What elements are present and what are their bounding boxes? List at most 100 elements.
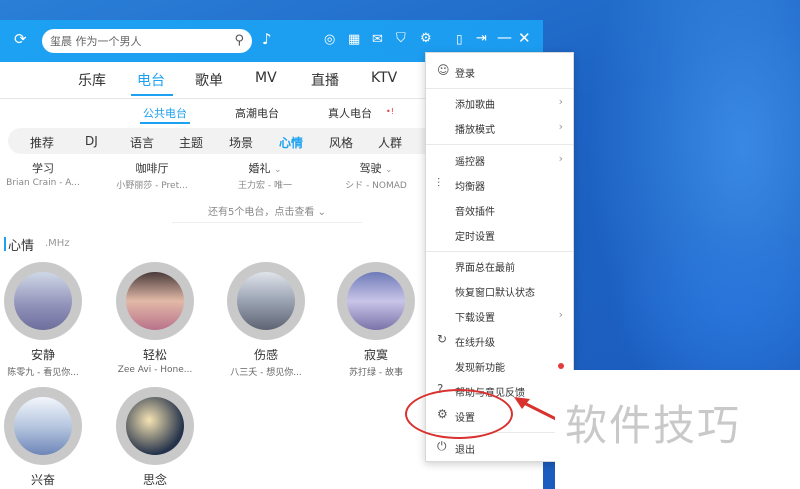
station-item[interactable]: 学习 Brian Crain - A... [0, 160, 98, 188]
menu-label: 均衡器 [455, 182, 485, 193]
menu-item-restore-window[interactable]: 恢复窗口默认状态 [426, 280, 573, 302]
station-song: Brian Crain - A... [6, 178, 80, 188]
mood-cover [116, 262, 194, 340]
more-stations-link[interactable]: 还有5个电台，点击查看 ⌄ [172, 203, 362, 223]
mood-cover [116, 387, 194, 465]
menu-label: 恢复窗口默认状态 [455, 288, 535, 299]
mood-name: 安静 [30, 348, 55, 362]
tab-climax-radio[interactable]: 高潮电台 [235, 105, 279, 121]
menu-item-always-on-top[interactable]: 界面总在最前 [426, 255, 573, 277]
mood-cover [4, 262, 82, 340]
nav-item-library[interactable]: 乐库 [78, 70, 106, 90]
category-style[interactable]: 风格 [329, 134, 353, 151]
grid-icon[interactable]: ▦ [348, 33, 360, 46]
station-song: 王力宏 - 唯一 [238, 181, 292, 191]
menu-label: 界面总在最前 [455, 263, 515, 274]
station-name: 咖啡厅 [135, 162, 169, 175]
mood-song: 八三夭 - 想见你... [230, 368, 302, 378]
nav-item-live[interactable]: 直播 [311, 70, 339, 90]
station-name: 学习 [32, 162, 54, 175]
menu-divider [426, 251, 573, 252]
mood-song: 陈零九 - 看见你... [7, 368, 79, 378]
station-item[interactable]: 咖啡厅 小野丽莎 - Pret... [97, 160, 207, 191]
station-name: 驾驶 ⌄ [359, 162, 393, 175]
mood-station[interactable]: 轻松 Zee Avi - Hone... [110, 262, 200, 375]
menu-item-upgrade[interactable]: ↻ 在线升级 [426, 330, 573, 352]
station-name: 婚礼 ⌄ [248, 162, 282, 175]
close-icon[interactable]: ✕ [518, 31, 531, 46]
menu-item-download-settings[interactable]: 下载设置 › [426, 305, 573, 327]
search-input[interactable]: 玺晨 作为一个男人 [50, 33, 142, 49]
tab-public-radio[interactable]: 公共电台 [143, 105, 187, 121]
menu-label: 添加歌曲 [455, 100, 495, 111]
station-song: 小野丽莎 - Pret... [116, 181, 188, 191]
station-song: シド - NOMAD [345, 181, 407, 191]
menu-item-effects[interactable]: 音效插件 [426, 199, 573, 221]
menu-item-new-features[interactable]: 发现新功能 [426, 355, 573, 377]
category-dj[interactable]: DJ [85, 134, 98, 148]
minimize-icon[interactable]: — [497, 30, 512, 45]
mood-name: 伤感 [253, 348, 278, 362]
category-crowd[interactable]: 人群 [378, 134, 402, 151]
mood-name: 思念 [142, 473, 167, 487]
menu-item-equalizer[interactable]: ⫶ 均衡器 [426, 174, 573, 196]
menu-item-add-song[interactable]: 添加歌曲 › [426, 92, 573, 114]
section-marker [4, 237, 6, 251]
menu-item-login[interactable]: ☺ 登录 [426, 61, 573, 83]
tab-real-person-radio[interactable]: 真人电台 [328, 105, 372, 121]
mood-station[interactable]: 兴奋 [0, 387, 88, 488]
chevron-right-icon: › [558, 152, 563, 165]
menu-item-quit[interactable]: ⏻ 退出 [426, 437, 573, 459]
category-language[interactable]: 语言 [130, 134, 154, 151]
category-theme[interactable]: 主题 [179, 134, 203, 151]
nav-item-mv[interactable]: MV [255, 70, 277, 86]
search-box[interactable]: 玺晨 作为一个男人 ⚲ [42, 29, 252, 53]
mood-station[interactable]: 安静 陈零九 - 看见你... [0, 262, 88, 378]
menu-label: 定时设置 [455, 232, 495, 243]
menu-label: 音效插件 [455, 207, 495, 218]
section-title: 心情 [8, 239, 35, 254]
chevron-down-icon[interactable]: ⌄ [385, 165, 393, 175]
mood-station[interactable]: 伤感 八三夭 - 想见你... [221, 262, 311, 378]
menu-item-remote[interactable]: 遥控器 › [426, 149, 573, 171]
nav-item-radio[interactable]: 电台 [137, 70, 165, 90]
menu-label: 在线升级 [455, 338, 495, 349]
mail-icon[interactable]: ✉ [372, 33, 383, 46]
category-scene[interactable]: 场景 [229, 134, 253, 151]
mood-cover [337, 262, 415, 340]
mood-name: 轻松 [142, 348, 167, 362]
subnav-active-indicator [140, 122, 190, 124]
nav-item-ktv[interactable]: KTV [371, 70, 397, 86]
menu-label: 下载设置 [455, 313, 495, 324]
mood-station[interactable]: 寂寞 苏打绿 - 故事 [331, 262, 421, 378]
user-icon: ☺ [437, 63, 450, 77]
mic-icon[interactable]: ♪ [262, 32, 272, 47]
mood-name: 兴奋 [30, 473, 55, 487]
chevron-right-icon: › [558, 308, 563, 321]
notification-dot [558, 363, 564, 369]
equalizer-icon: ⫶ [437, 176, 441, 190]
station-item[interactable]: 婚礼 ⌄ 王力宏 - 唯一 [210, 160, 320, 191]
nav-active-indicator [131, 94, 173, 96]
category-recommend[interactable]: 推荐 [30, 134, 54, 151]
phone-icon[interactable]: ▯ [456, 33, 463, 45]
menu-label: 登录 [455, 69, 475, 80]
menu-item-play-mode[interactable]: 播放模式 › [426, 117, 573, 139]
nav-item-playlist[interactable]: 歌单 [195, 70, 223, 90]
search-icon[interactable]: ⚲ [234, 33, 244, 48]
mini-mode-icon[interactable]: ⇥ [476, 32, 487, 45]
radio-icon[interactable]: ◎ [324, 33, 335, 46]
shirt-icon[interactable]: ⛉ [396, 32, 406, 45]
menu-item-timer[interactable]: 定时设置 [426, 224, 573, 246]
gear-icon[interactable]: ⚙ [420, 32, 432, 45]
category-mood[interactable]: 心情 [279, 134, 303, 151]
mood-station[interactable]: 思念 [110, 387, 200, 488]
chevron-right-icon: › [558, 120, 563, 133]
chevron-right-icon: › [558, 95, 563, 108]
refresh-icon[interactable]: ⟳ [14, 32, 27, 47]
mood-cover [227, 262, 305, 340]
station-item[interactable]: 驾驶 ⌄ シド - NOMAD [321, 160, 431, 191]
power-icon: ⏻ [437, 439, 447, 453]
mood-name: 寂寞 [363, 348, 388, 362]
chevron-down-icon[interactable]: ⌄ [274, 165, 282, 175]
